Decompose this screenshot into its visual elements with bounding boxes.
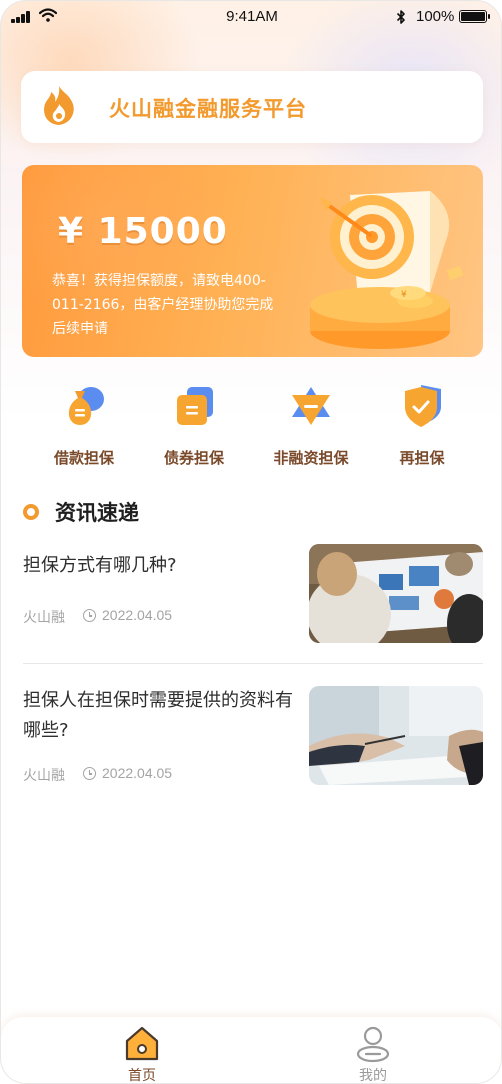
news-title: 担保人在担保时需要提供的资料有哪些? — [23, 690, 293, 741]
tab-home[interactable]: 首页 — [82, 1017, 202, 1084]
home-icon — [125, 1026, 159, 1061]
news-title: 担保方式有哪几种? — [23, 555, 177, 576]
quick-action-re-guarantee[interactable]: 再担保 — [367, 381, 477, 471]
quick-actions: 借款担保 债券担保 非融资担保 再担保 — [1, 381, 501, 471]
quick-action-label: 非融资担保 — [273, 449, 349, 467]
tab-label: 首页 — [128, 1068, 156, 1084]
app-title: 火山融金融服务平台 — [109, 97, 307, 121]
quick-action-bond-guarantee[interactable]: 债券担保 — [139, 381, 249, 471]
bluetooth-icon — [396, 10, 405, 24]
tab-label: 我的 — [359, 1068, 387, 1084]
money-bag-icon — [68, 387, 104, 425]
shield-check-icon — [405, 385, 441, 427]
news-thumbnail — [309, 544, 483, 643]
clock-icon — [83, 767, 96, 780]
clock-icon — [83, 609, 96, 622]
quick-action-non-financing-guarantee[interactable]: 非融资担保 — [256, 381, 366, 471]
header-card: 火山融金融服务平台 — [21, 71, 483, 143]
promo-banner[interactable]: ¥ 15000 恭喜！获得担保额度，请致电400-011-2166，由客户经理协… — [22, 165, 483, 357]
quick-action-label: 再担保 — [399, 449, 445, 467]
quick-action-label: 借款担保 — [53, 449, 114, 467]
guarantee-amount: ¥ 15000 — [58, 211, 228, 252]
news-date: 2022.04.05 — [102, 607, 173, 623]
bond-document-icon — [177, 387, 213, 425]
target-illustration: ¥ — [310, 191, 464, 349]
banner-description: 恭喜！获得担保额度，请致电400-011-2166，由客户经理协助您完成后续申请 — [52, 273, 274, 337]
section-marker-icon — [23, 504, 39, 520]
status-bar: 9:41AM 100% — [1, 1, 501, 33]
news-source: 火山融 — [23, 610, 65, 626]
quick-action-loan-guarantee[interactable]: 借款担保 — [29, 381, 139, 471]
news-thumbnail — [309, 686, 483, 785]
news-source: 火山融 — [23, 768, 65, 784]
tab-bar: 首页 我的 — [1, 1017, 501, 1084]
app-screen: 9:41AM 100% 火山融金融服务平台 ¥ 15000 恭喜！获得担保额度，… — [0, 0, 502, 1084]
quick-action-label: 债券担保 — [163, 449, 224, 467]
news-item[interactable]: 担保方式有哪几种? 火山融 2022.04.05 — [23, 544, 483, 643]
flame-icon — [44, 86, 74, 125]
star-minus-icon — [292, 387, 330, 425]
news-item[interactable]: 担保人在担保时需要提供的资料有哪些? 火山融 2022.04.05 — [23, 686, 483, 786]
svg-text:¥: ¥ — [401, 290, 407, 300]
news-divider — [23, 663, 483, 664]
news-section-title: 资讯速递 — [55, 501, 139, 525]
news-date: 2022.04.05 — [102, 765, 173, 781]
battery-icon — [459, 10, 490, 23]
tab-profile[interactable]: 我的 — [313, 1017, 433, 1084]
user-icon — [356, 1026, 390, 1063]
battery-percentage: 100% — [416, 8, 455, 25]
